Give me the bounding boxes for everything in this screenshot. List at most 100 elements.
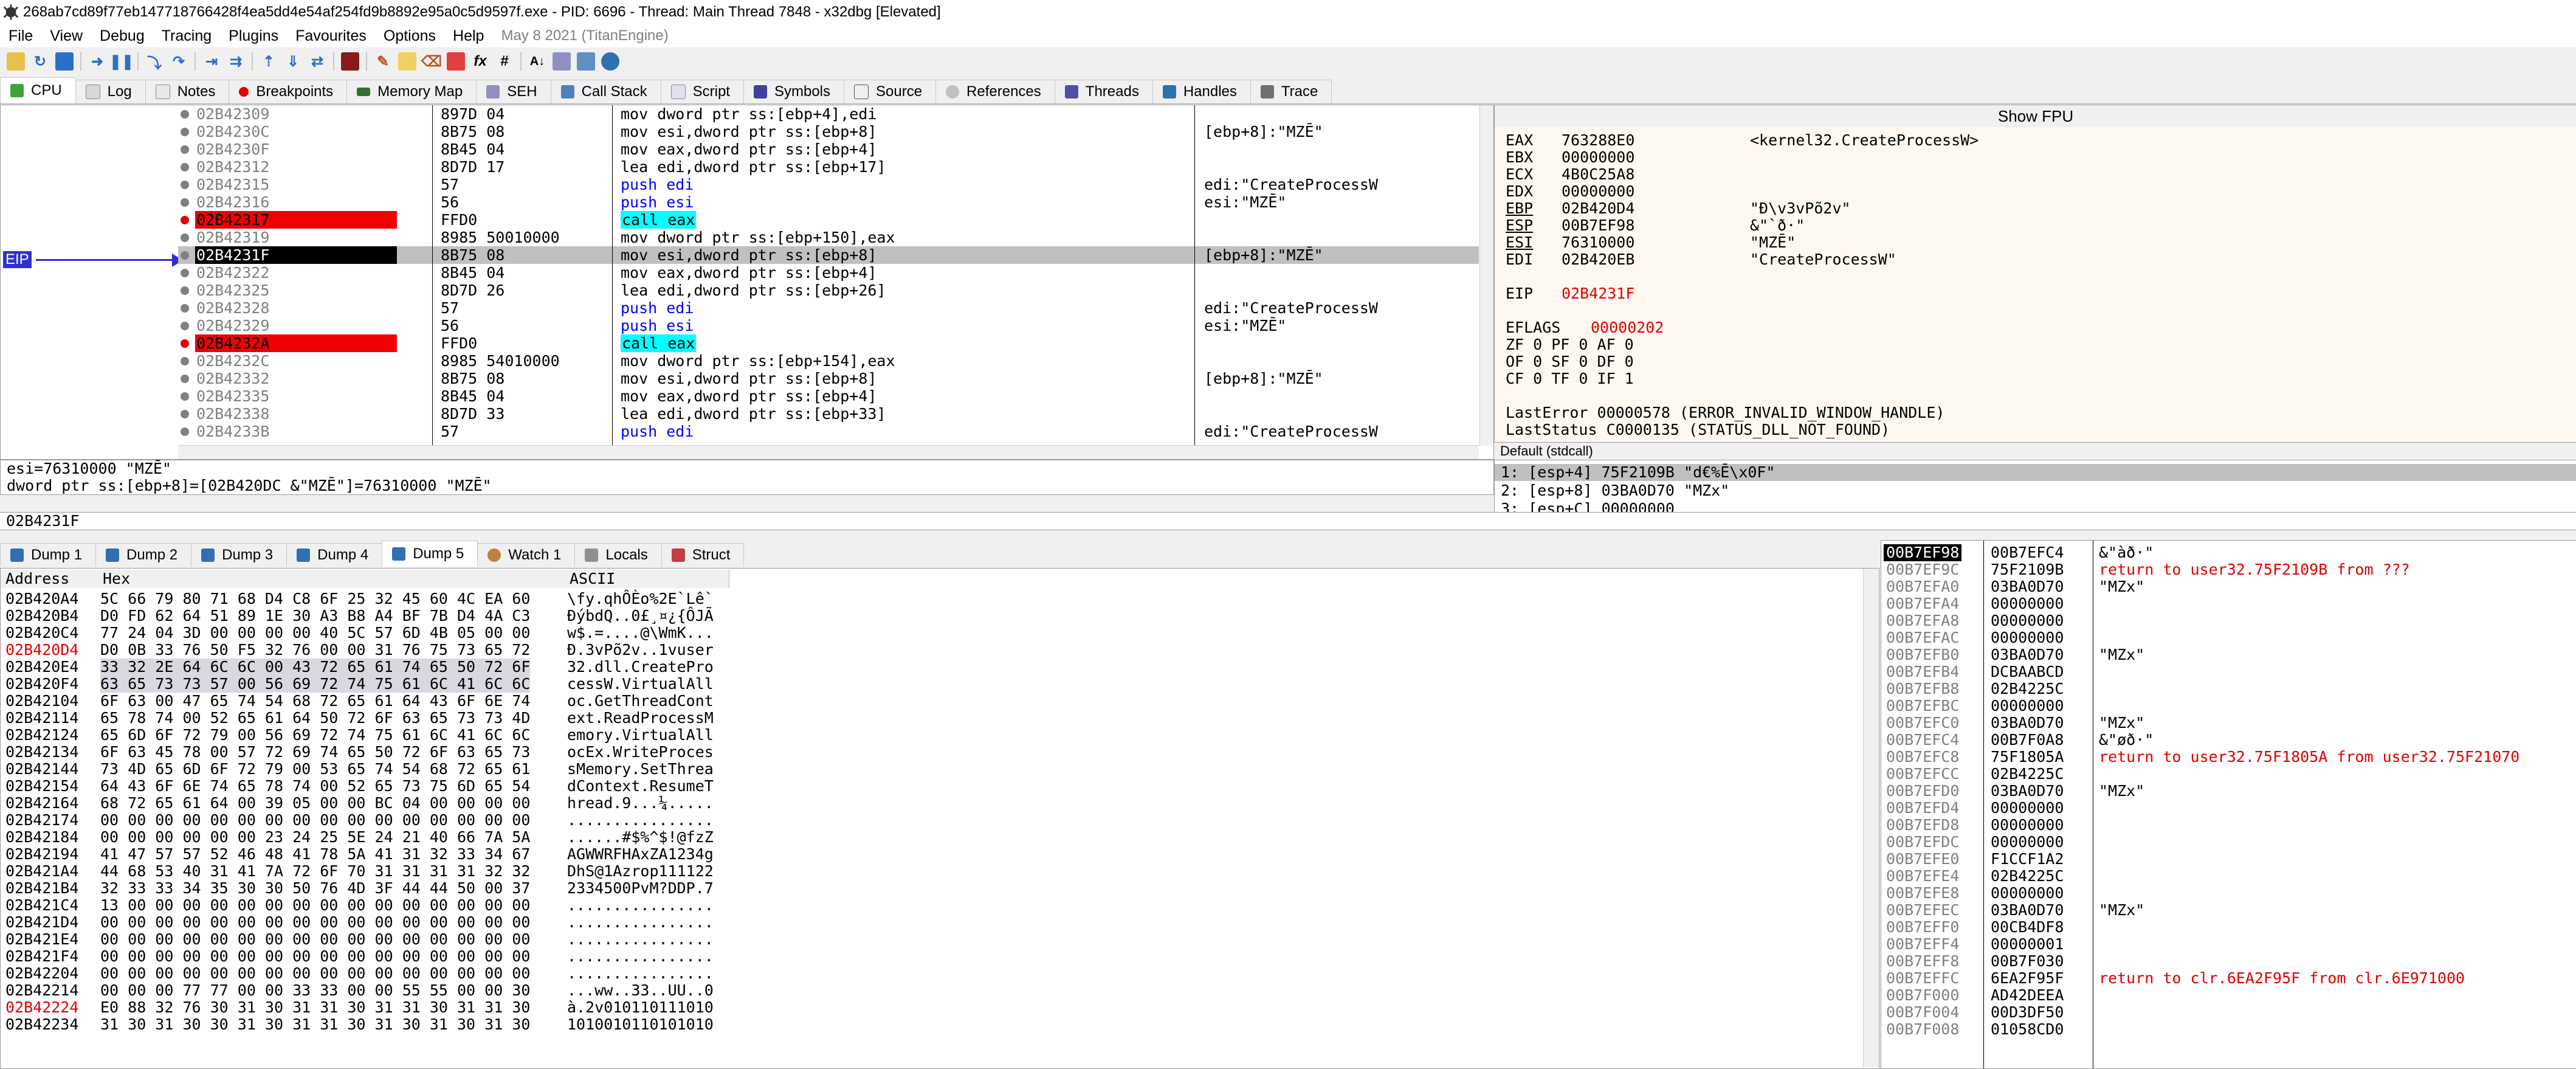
dump-row[interactable]: 02B42194 41 47 57 57 52 46 48 41 78 5A 41… — [1, 846, 730, 863]
breakpoint-slot-icon[interactable] — [181, 357, 189, 365]
dump-row[interactable]: 02B421A4 44 68 53 40 31 41 7A 72 6F 70 31… — [1, 863, 730, 880]
dump-row[interactable]: 02B421E4 00 00 00 00 00 00 00 00 00 00 00… — [1, 931, 730, 948]
stack-row[interactable]: 00B7EFD0 03BA0D70 "MZx" — [1881, 783, 2576, 800]
tab-cpu[interactable]: CPU — [0, 77, 76, 103]
disasm-row[interactable]: 02B42315 57 push edi edi:"CreateProcessW — [178, 176, 1479, 193]
functions-icon[interactable]: fx — [471, 52, 489, 71]
dump-row[interactable]: 02B42114 65 78 74 00 52 65 61 64 50 72 6F… — [1, 710, 730, 727]
breakpoint-dot-icon[interactable] — [181, 339, 189, 348]
dump-row[interactable]: 02B421B4 32 33 33 34 35 30 30 50 76 4D 3F… — [1, 880, 730, 897]
stack-row[interactable]: 00B7EFC0 03BA0D70 "MZx" — [1881, 714, 2576, 732]
dump-row[interactable]: 02B421D4 00 00 00 00 00 00 00 00 00 00 00… — [1, 914, 730, 931]
breakpoint-dot-icon[interactable] — [181, 216, 189, 224]
breakpoint-slot-icon[interactable] — [181, 198, 189, 207]
breakpoint-slot-icon[interactable] — [181, 392, 189, 401]
show-fpu-button[interactable]: Show FPU — [1495, 105, 2576, 127]
flags-row[interactable]: OF 0 SF 0 DF 0 — [1506, 353, 1634, 370]
menu-help[interactable]: Help — [444, 27, 492, 45]
run-icon[interactable]: ➜ — [88, 52, 106, 71]
disasm-row[interactable]: 02B42312 8D7D 17 lea edi,dword ptr ss:[ebp… — [178, 158, 1479, 176]
stack-row[interactable]: 00B7EFA8 00000000 — [1881, 612, 2576, 629]
disassembly-pane[interactable]: EIP 02B42309 897D 04 mov dword ptr ss:[ebp… — [0, 105, 1494, 460]
dump-row[interactable]: 02B420A4 5C 66 79 80 71 68 D4 C8 6F 25 32… — [1, 590, 730, 607]
stack-row[interactable]: 00B7EFE8 00000000 — [1881, 885, 2576, 902]
menu-favourites[interactable]: Favourites — [287, 27, 375, 45]
dump-row[interactable]: 02B420C4 77 24 04 3D 00 00 00 00 40 5C 57… — [1, 624, 730, 642]
close-icon[interactable] — [55, 52, 74, 71]
stack-row[interactable]: 00B7F000 AD42DEEA — [1881, 987, 2576, 1004]
stack-row[interactable]: 00B7EFB0 03BA0D70 "MZx" — [1881, 646, 2576, 663]
register-ebp[interactable]: EBP 02B420D4 "Ð\v3vPõ2v" — [1506, 200, 1851, 217]
trace-over-icon[interactable]: ⇉ — [227, 52, 245, 71]
stack-row[interactable]: 00B7EFB8 02B4225C — [1881, 680, 2576, 697]
breakpoint-slot-icon[interactable] — [181, 110, 189, 119]
register-esi[interactable]: ESI 76310000 "MZĒ" — [1506, 234, 1796, 251]
stack-row[interactable]: 00B7EFA4 00000000 — [1881, 595, 2576, 612]
dump-vscrollbar[interactable] — [1863, 569, 1878, 1067]
flags-row[interactable]: CF 0 TF 0 IF 1 — [1506, 370, 1634, 387]
tab-dump-2[interactable]: Dump 2 — [95, 543, 192, 567]
dump-row[interactable]: 02B420E4 33 32 2E 64 6C 6C 00 43 72 65 61… — [1, 659, 730, 676]
dump-row[interactable]: 02B420F4 63 65 73 73 57 00 56 69 72 74 75… — [1, 676, 730, 693]
tab-notes[interactable]: Notes — [145, 80, 230, 103]
dump-row[interactable]: 02B42164 68 72 65 61 64 00 39 05 00 00 BC… — [1, 795, 730, 812]
dump-row[interactable]: 02B42234 31 30 31 30 30 31 30 31 31 30 31… — [1, 1016, 730, 1033]
stack-row[interactable]: 00B7EFBC 00000000 — [1881, 697, 2576, 714]
stack-pane[interactable]: 00B7EF98 00B7EFC4 &"àð·" 00B7EF9C 75F2109B re… — [1881, 540, 2576, 1069]
breakpoint-slot-icon[interactable] — [181, 163, 189, 171]
dump-row[interactable]: 02B420B4 D0 FD 62 64 51 89 1E 30 A3 B8 A4… — [1, 607, 730, 624]
menu-file[interactable]: File — [0, 27, 41, 45]
disasm-row[interactable]: 02B42325 8D7D 26 lea edi,dword ptr ss:[ebp… — [178, 282, 1479, 299]
breakpoint-slot-icon[interactable] — [181, 304, 189, 313]
strings-icon[interactable] — [553, 52, 571, 71]
stack-row[interactable]: 00B7EFF0 00CB4DF8 — [1881, 919, 2576, 936]
dump-row[interactable]: 02B42134 6F 63 45 78 00 57 72 69 74 65 50… — [1, 744, 730, 761]
dump-header-address[interactable]: Address — [1, 570, 98, 588]
step-into-icon[interactable]: ⤵ — [145, 52, 164, 72]
stack-row[interactable]: 00B7EFF8 00B7F030 — [1881, 953, 2576, 970]
disasm-row[interactable]: 02B42332 8B75 08 mov esi,dword ptr ss:[ebp… — [178, 370, 1479, 387]
disasm-row[interactable]: 02B4232C 8985 54010000 mov dword ptr ss:[e… — [178, 352, 1479, 370]
execute-till-return-icon[interactable]: ⇡ — [260, 52, 278, 71]
dump-row[interactable]: 02B42174 00 00 00 00 00 00 00 00 00 00 00… — [1, 812, 730, 829]
menu-tracing[interactable]: Tracing — [153, 27, 220, 45]
breakpoint-slot-icon[interactable] — [181, 145, 189, 154]
dump-row[interactable]: 02B42184 00 00 00 00 00 00 23 24 25 5E 24… — [1, 829, 730, 846]
disasm-row[interactable]: 02B42317 FFD0 call eax — [178, 211, 1479, 229]
stack-row[interactable]: 00B7EF9C 75F2109B return to user32.75F2109… — [1881, 561, 2576, 578]
tab-call-stack[interactable]: Call Stack — [550, 80, 661, 103]
hash-icon[interactable]: # — [495, 52, 514, 71]
patch-icon[interactable]: ✎ — [374, 52, 392, 71]
disasm-row[interactable]: 02B4232A FFD0 call eax — [178, 334, 1479, 352]
dump-row[interactable]: 02B420D4 D0 0B 33 76 50 F5 32 76 00 00 31… — [1, 642, 730, 659]
callconv-arg-1[interactable]: 1: [esp+4] 75F2109B "d€%Ē\x0F" — [1495, 464, 2576, 481]
breakpoint-slot-icon[interactable] — [181, 410, 189, 418]
disasm-row[interactable]: 02B42338 8D7D 33 lea edi,dword ptr ss:[ebp… — [178, 405, 1479, 423]
step-over-icon[interactable]: ↷ — [170, 52, 188, 71]
tab-trace[interactable]: Trace — [1250, 80, 1332, 103]
disasm-row[interactable]: 02B42328 57 push edi edi:"CreateProcessW — [178, 299, 1479, 317]
register-edi[interactable]: EDI 02B420EB "CreateProcessW" — [1506, 251, 1896, 268]
callconv-arg-2[interactable]: 2: [esp+8] 03BA0D70 "MZx" — [1501, 482, 1729, 499]
disasm-row[interactable]: 02B42309 897D 04 mov dword ptr ss:[ebp+4],… — [178, 105, 1479, 123]
dump-row[interactable]: 02B42124 65 6D 6F 72 79 00 56 69 72 74 75… — [1, 727, 730, 744]
menu-debug[interactable]: Debug — [91, 27, 153, 45]
disasm-row[interactable]: 02B42319 8985 50010000 mov dword ptr ss:[e… — [178, 229, 1479, 246]
breakpoint-slot-icon[interactable] — [181, 375, 189, 383]
menu-options[interactable]: Options — [375, 27, 444, 45]
stack-row[interactable]: 00B7EFCC 02B4225C — [1881, 766, 2576, 783]
execute-till-user-code-icon[interactable]: ⇓ — [284, 52, 302, 71]
registers-pane[interactable]: Show FPU EAX 763288E0 <kernel32.CreateProc… — [1494, 105, 2576, 443]
stack-row[interactable]: 00B7EFC8 75F1805A return to user32.75F1805… — [1881, 749, 2576, 766]
disasm-row[interactable]: 02B4233B 57 push edi edi:"CreateProcessW — [178, 423, 1479, 440]
stack-row[interactable]: 00B7EFDC 00000000 — [1881, 834, 2576, 851]
flags-row[interactable]: ZF 0 PF 0 AF 0 — [1506, 336, 1634, 353]
menu-view[interactable]: View — [41, 27, 91, 45]
tab-dump-5[interactable]: Dump 5 — [382, 541, 478, 567]
tab-dump-3[interactable]: Dump 3 — [191, 543, 288, 567]
register-ebx[interactable]: EBX 00000000 — [1506, 149, 1750, 166]
breakpoint-slot-icon[interactable] — [181, 128, 189, 136]
pause-icon[interactable]: ❚❚ — [109, 52, 134, 71]
register-ecx[interactable]: ECX 4B0C25A8 — [1506, 166, 1750, 183]
tab-source[interactable]: Source — [844, 80, 937, 103]
